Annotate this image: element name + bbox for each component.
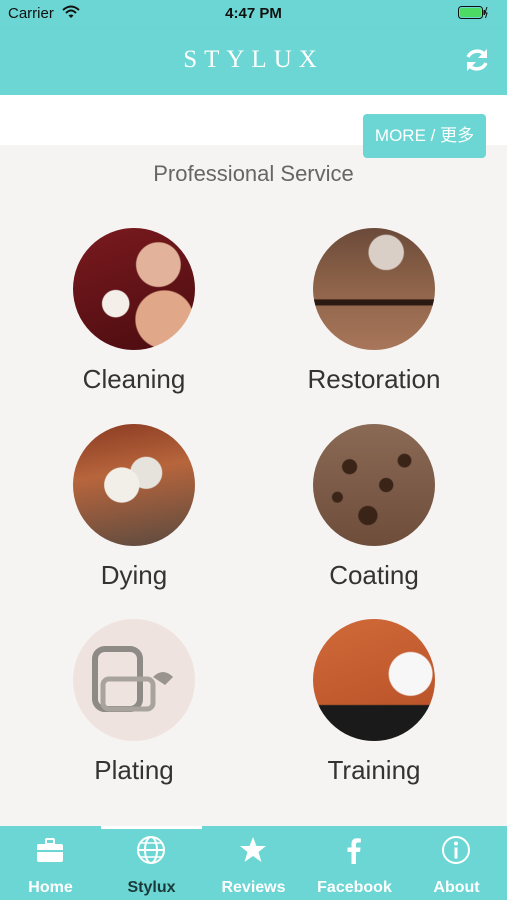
globe-icon (137, 836, 165, 864)
plating-photo (73, 619, 195, 741)
tab-bar: Home Stylux Reviews Facebook About (0, 826, 507, 900)
service-label: Dying (100, 560, 168, 590)
training-photo (313, 619, 435, 741)
service-label: Cleaning (82, 364, 186, 394)
info-icon (442, 836, 470, 864)
tab-about[interactable]: About (406, 826, 507, 900)
more-button[interactable]: MORE / 更多 (363, 114, 486, 158)
brand-logo: STYLUX (183, 46, 324, 73)
service-restoration[interactable]: Restoration (274, 228, 474, 395)
clock: 4:47 PM (225, 5, 282, 22)
tab-home[interactable]: Home (0, 826, 101, 900)
service-label: Training (327, 755, 421, 785)
tab-label: About (433, 879, 480, 896)
facebook-icon (347, 838, 361, 864)
service-label: Coating (329, 560, 419, 590)
service-coating[interactable]: Coating (274, 424, 474, 591)
briefcase-icon (37, 838, 63, 862)
service-label: Plating (94, 755, 174, 785)
battery-icon (458, 6, 488, 19)
tab-label: Reviews (221, 879, 286, 896)
dying-photo (73, 424, 195, 546)
app-header: STYLUX (0, 28, 507, 95)
tab-stylux[interactable]: Stylux (101, 826, 202, 900)
service-training[interactable]: Training (274, 619, 474, 786)
restoration-photo (313, 228, 435, 350)
section-title: Professional Service (153, 161, 354, 186)
tab-label: Home (28, 879, 73, 896)
status-bar: Carrier 4:47 PM (0, 0, 507, 28)
buckle-illustration (92, 646, 173, 712)
service-cleaning[interactable]: Cleaning (34, 228, 234, 395)
service-label: Restoration (307, 364, 441, 394)
service-plating[interactable]: Plating (34, 619, 234, 786)
coating-photo (313, 424, 435, 546)
tab-label: Stylux (127, 879, 176, 896)
star-icon (240, 837, 266, 862)
cleaning-photo (73, 228, 195, 350)
service-dying[interactable]: Dying (34, 424, 234, 591)
refresh-icon[interactable] (463, 46, 491, 74)
active-tab-indicator (101, 826, 202, 829)
tab-facebook[interactable]: Facebook (304, 826, 405, 900)
tab-label: Facebook (317, 879, 392, 896)
tab-reviews[interactable]: Reviews (203, 826, 304, 900)
